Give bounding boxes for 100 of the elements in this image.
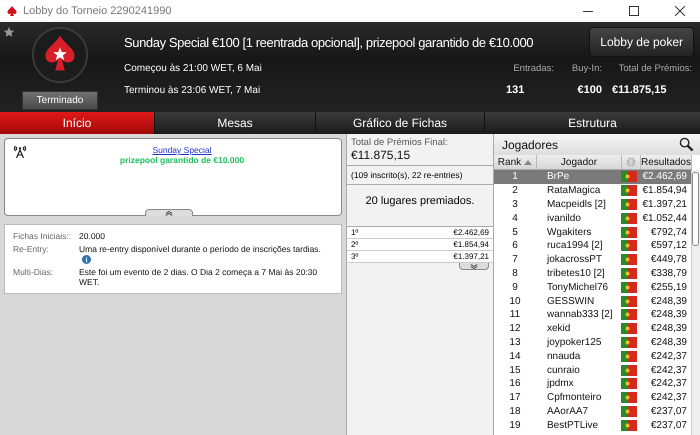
flag-icon — [620, 268, 637, 279]
flag-icon — [620, 198, 637, 210]
flag-icon — [620, 240, 637, 252]
lobby-button[interactable]: Lobby de poker — [589, 27, 694, 57]
scroll-thumb[interactable] — [692, 172, 699, 246]
flag-icon — [620, 350, 637, 362]
player-row[interactable]: 8 tribetes10 [2] €338,79 — [494, 266, 691, 280]
player-row[interactable]: 6 ruca1994 [2] €597,12 — [494, 238, 691, 253]
rank-cell-text: 16 — [508, 378, 522, 390]
stat-value: 131 — [505, 84, 524, 96]
antenna-icon — [13, 145, 27, 159]
column-header[interactable]: Resultados — [640, 155, 692, 169]
chevrons-icon — [470, 264, 478, 268]
player-row[interactable]: 11 wannab333 [2] €248,39 — [494, 308, 691, 322]
info-icon[interactable] — [82, 255, 91, 264]
flag-icon — [620, 323, 637, 334]
tab[interactable]: Estrutura — [485, 112, 700, 134]
tab[interactable]: Gráfico de Fichas — [316, 112, 484, 134]
result-cell-text: €597,12 — [650, 240, 688, 252]
player-name: BestPTLive — [546, 420, 600, 431]
prize-place: 2º — [350, 240, 358, 249]
player-row[interactable]: 12 xekid €248,39 — [494, 322, 691, 336]
player-row[interactable]: 17 Cpfmonteiro €242,37 — [494, 390, 691, 405]
rank-cell-text: 6 — [511, 240, 519, 252]
column-header[interactable]: Jogador — [536, 155, 622, 169]
spade-logo-icon — [31, 26, 89, 84]
rank-cell-text: 12 — [508, 323, 522, 334]
tab[interactable]: Início — [0, 112, 154, 134]
rank-cell-text: 3 — [511, 198, 519, 210]
prize-amount: €1.397,21 — [453, 252, 489, 261]
player-name: xekid — [546, 323, 572, 334]
player-name: BrPe — [546, 171, 570, 182]
result-cell-text: €792,74 — [650, 226, 688, 238]
rank-cell-text: 19 — [508, 420, 522, 431]
result-cell-text: €338,79 — [650, 268, 688, 279]
maximize-icon[interactable] — [629, 6, 639, 16]
flag-icon — [620, 254, 637, 266]
result-cell-text: €242,37 — [650, 378, 688, 390]
rank-cell-text: 10 — [508, 296, 522, 307]
result-cell-text: €242,37 — [650, 364, 688, 376]
result-cell-text: €1.854,94 — [642, 185, 688, 196]
player-row[interactable]: 4 ivanildo €1.052,44 — [494, 211, 691, 226]
rank-cell-text: 8 — [511, 268, 519, 279]
info-label: Multi-Dias: — [13, 267, 54, 280]
star-icon[interactable] — [3, 26, 15, 38]
expand-handle[interactable] — [145, 209, 193, 216]
status-badge: Terminado — [22, 91, 98, 110]
expand-handle[interactable] — [458, 263, 489, 270]
close-icon[interactable] — [675, 6, 685, 16]
end-time: Terminou às 23:06 WET, 7 Mai — [124, 85, 262, 96]
rank-cell-text: 1 — [511, 171, 519, 182]
player-row[interactable]: 14 nnauda €242,37 — [494, 349, 691, 364]
flag-icon — [620, 420, 637, 431]
tab[interactable]: Mesas — [155, 112, 315, 134]
player-row[interactable]: 18 AAorAA7 €237,07 — [494, 404, 691, 418]
player-name: GESSWIN — [546, 296, 596, 307]
result-cell-text: €1.397,21 — [642, 198, 688, 210]
info-label: Fichas Iniciais:: — [13, 231, 72, 241]
flag-icon — [620, 336, 637, 348]
search-icon[interactable] — [679, 137, 694, 152]
total-amount: €11.875,15 — [350, 148, 412, 162]
player-row[interactable]: 19 BestPTLive €237,07 — [494, 418, 691, 432]
stat-label: Total de Prémios: — [618, 63, 692, 74]
result-cell-text: €248,39 — [650, 309, 688, 320]
rank-cell-text: 14 — [508, 350, 522, 362]
start-time: Começou às 21:00 WET, 6 Mai — [124, 63, 262, 74]
scrollbar[interactable] — [691, 170, 700, 435]
player-name: ivanildo — [546, 212, 582, 224]
player-name: nnauda — [546, 350, 582, 362]
player-row[interactable]: 13 joypoker125 €248,39 — [494, 336, 691, 350]
flag-icon — [620, 212, 637, 224]
flag-icon — [620, 185, 637, 196]
prize-place: 3º — [350, 252, 358, 261]
prize-amount: €2.462,69 — [453, 228, 489, 237]
result-cell-text: €255,19 — [650, 282, 688, 293]
prize-place: 1º — [350, 228, 358, 237]
column-header[interactable]: Rank — [494, 155, 537, 169]
rank-cell-text: 4 — [511, 212, 519, 224]
player-name: joypoker125 — [546, 336, 602, 348]
player-name: ruca1994 [2] — [546, 240, 604, 252]
result-cell-text: €248,39 — [650, 296, 688, 307]
player-row[interactable]: 1 BrPe €2.462,69 — [494, 170, 691, 184]
player-row[interactable]: 9 TonyMichel76 €255,19 — [494, 280, 691, 294]
rank-cell-text: 17 — [508, 392, 522, 404]
player-row[interactable]: 2 RataMagica €1.854,94 — [494, 184, 691, 198]
news-link[interactable]: Sunday Special — [152, 145, 212, 155]
result-cell-text: €1.052,44 — [642, 212, 688, 224]
player-name: AAorAA7 — [546, 406, 590, 417]
prize-amount: €1.854,94 — [453, 240, 489, 249]
player-row[interactable]: 3 Macpeidls [2] €1.397,21 — [494, 198, 691, 212]
tournament-title: Sunday Special €100 [1 reentrada opcional], prizepool garantido de €10.000 — [124, 34, 534, 50]
player-row[interactable]: 5 Wgakiters €792,74 — [494, 225, 691, 239]
stat-label: Buy-In: — [572, 63, 602, 74]
player-row[interactable]: 16 jpdmx €242,37 — [494, 376, 691, 391]
result-cell-text: €242,37 — [650, 392, 688, 404]
player-row[interactable]: 10 GESSWIN €248,39 — [494, 294, 691, 308]
player-row[interactable]: 7 jokacrossPT €449,78 — [494, 252, 691, 267]
news-text: prizepool garantido de €10.000 — [120, 155, 244, 165]
stat-value: €100 — [578, 84, 602, 96]
player-row[interactable]: 15 cunraio €242,37 — [494, 363, 691, 377]
